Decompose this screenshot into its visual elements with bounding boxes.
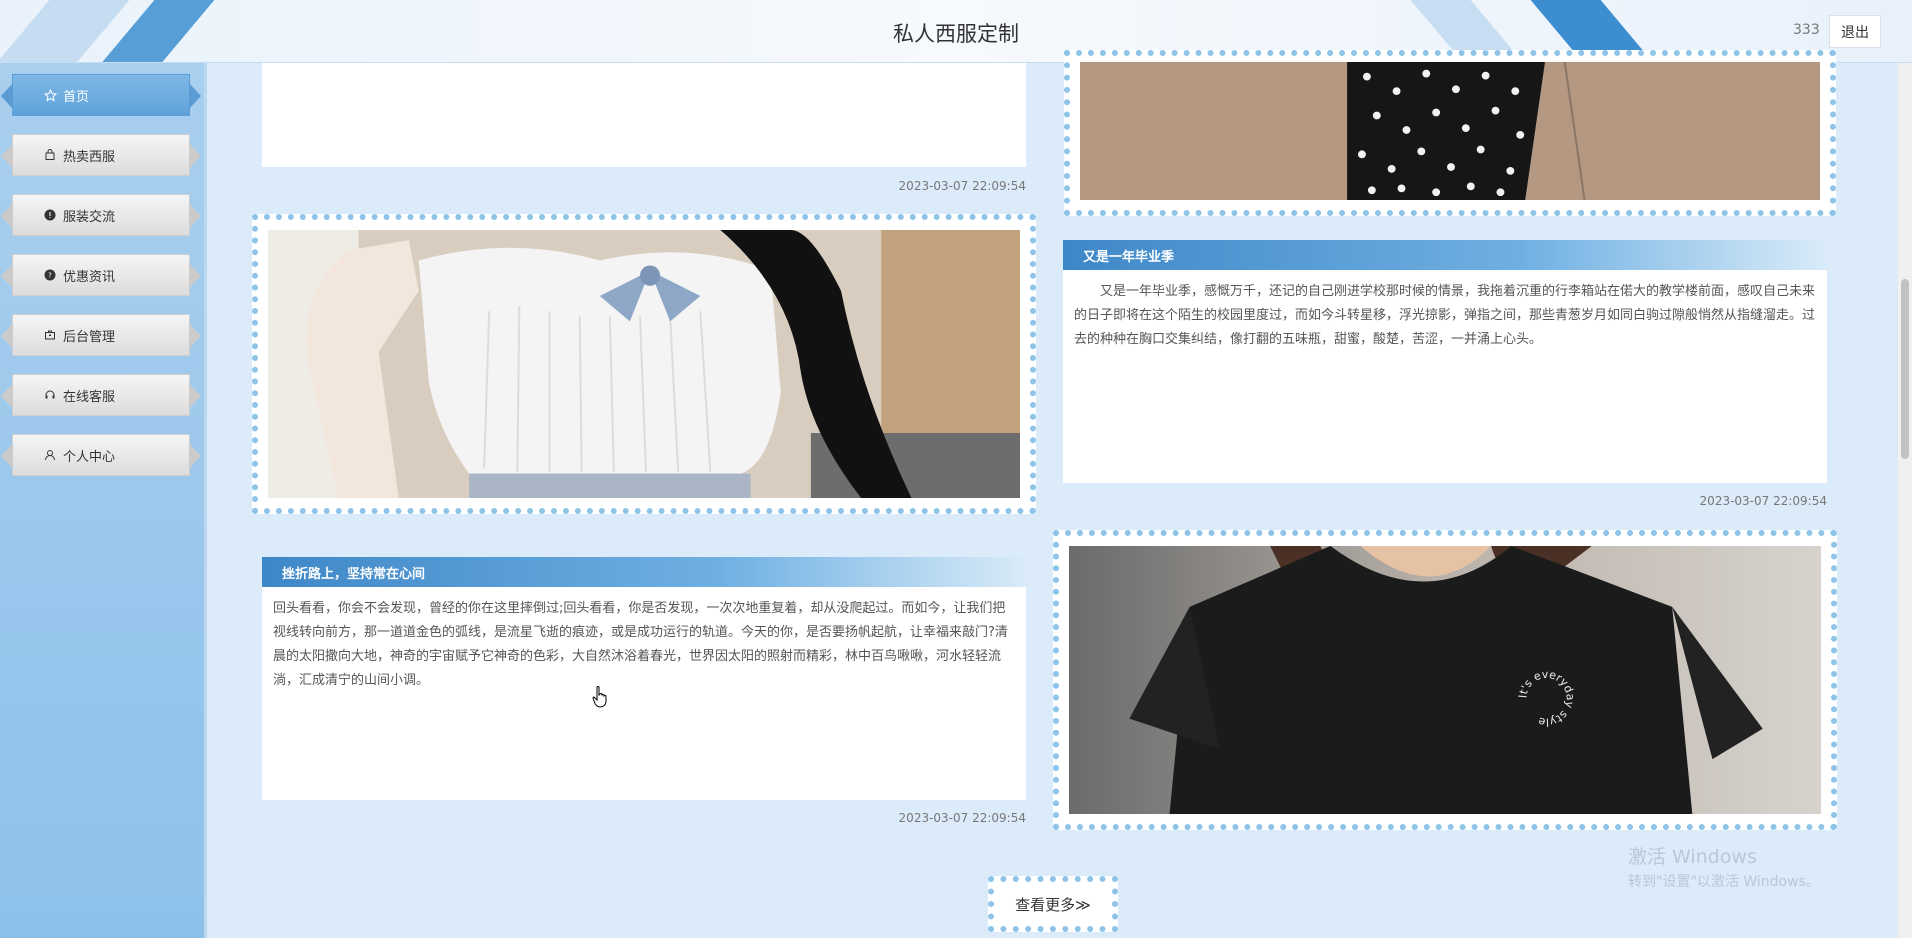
windows-activation-watermark: 激活 Windows 转到"设置"以激活 Windows。 — [1628, 842, 1820, 891]
user-icon — [43, 448, 57, 462]
sidebar-item-label: 优惠资讯 — [63, 269, 116, 285]
watermark-line: 转到"设置"以激活 Windows。 — [1628, 874, 1820, 890]
logout-button[interactable]: 退出 — [1829, 15, 1881, 48]
news-date: 2023-03-07 22:09:54 — [898, 179, 1026, 193]
sidebar-item-home[interactable]: 首页 — [1, 74, 201, 116]
news-image-frame[interactable] — [1064, 50, 1836, 216]
watermark-line: 激活 Windows — [1628, 846, 1757, 868]
news-image-polka-dress — [1080, 62, 1820, 200]
news-title: 挫折路上，坚持常在心间 — [262, 557, 1026, 587]
username-label: 333 — [1793, 22, 1820, 38]
help-circle-icon: ? — [43, 268, 57, 282]
scrollbar-thumb[interactable] — [1901, 279, 1909, 459]
sidebar-item-hot-suits[interactable]: 热卖西服 — [1, 134, 201, 176]
news-card[interactable]: 挫折路上，坚持常在心间 回头看看，你会不会发现，曾经的你在这里摔倒过;回头看看，… — [262, 557, 1026, 800]
news-summary: 又是一年毕业季，感慨万千，还记的自己刚进学校那时候的情景，我拖着沉重的行李箱站在… — [1074, 284, 1816, 347]
sidebar-item-label: 服装交流 — [63, 209, 116, 225]
news-image-black-tshirt: It's everyday style — [1069, 546, 1821, 814]
sidebar-item-deals[interactable]: ? 优惠资讯 — [1, 254, 201, 296]
alert-circle-icon — [43, 208, 57, 222]
view-more-frame: 查看更多≫ — [988, 876, 1118, 932]
sidebar-item-label: 后台管理 — [63, 329, 116, 345]
sidebar-item-label: 热卖西服 — [63, 149, 116, 165]
news-date: 2023-03-07 22:09:54 — [1699, 494, 1827, 508]
news-image-white-top — [268, 230, 1020, 498]
news-image-frame[interactable] — [252, 214, 1036, 514]
toolbox-icon — [43, 328, 57, 342]
sidebar-item-admin[interactable]: 后台管理 — [1, 314, 201, 356]
site-title: 私人西服定制 — [893, 22, 1019, 46]
news-image-frame[interactable]: It's everyday style — [1053, 530, 1837, 830]
sidebar-item-customer-service[interactable]: 在线客服 — [1, 374, 201, 416]
news-title: 又是一年毕业季 — [1063, 240, 1827, 270]
news-summary: 回头看看，你会不会发现，曾经的你在这里摔倒过;回头看看，你是否发现，一次次地重复… — [273, 601, 1008, 688]
view-more-button[interactable]: 查看更多≫ — [1015, 894, 1091, 915]
news-card[interactable]: 又是一年毕业季 又是一年毕业季，感慨万千，还记的自己刚进学校那时候的情景，我拖着… — [1063, 240, 1827, 483]
news-card[interactable] — [262, 63, 1026, 167]
star-icon — [43, 88, 57, 102]
svg-text:?: ? — [48, 272, 52, 280]
sidebar-item-fashion-forum[interactable]: 服装交流 — [1, 194, 201, 236]
sidebar: 首页 热卖西服 服装交流 ? 优惠资讯 后台管理 在线客服 个人中心 — [0, 63, 207, 938]
bag-icon — [43, 148, 57, 162]
sidebar-item-profile[interactable]: 个人中心 — [1, 434, 201, 476]
sidebar-item-label: 个人中心 — [63, 449, 116, 465]
page-scrollbar[interactable] — [1898, 63, 1912, 938]
hand-cursor-icon — [592, 686, 607, 708]
headset-icon — [43, 388, 57, 402]
sidebar-item-label: 在线客服 — [63, 389, 116, 405]
news-date: 2023-03-07 22:09:54 — [898, 811, 1026, 825]
sidebar-item-label: 首页 — [63, 89, 90, 105]
